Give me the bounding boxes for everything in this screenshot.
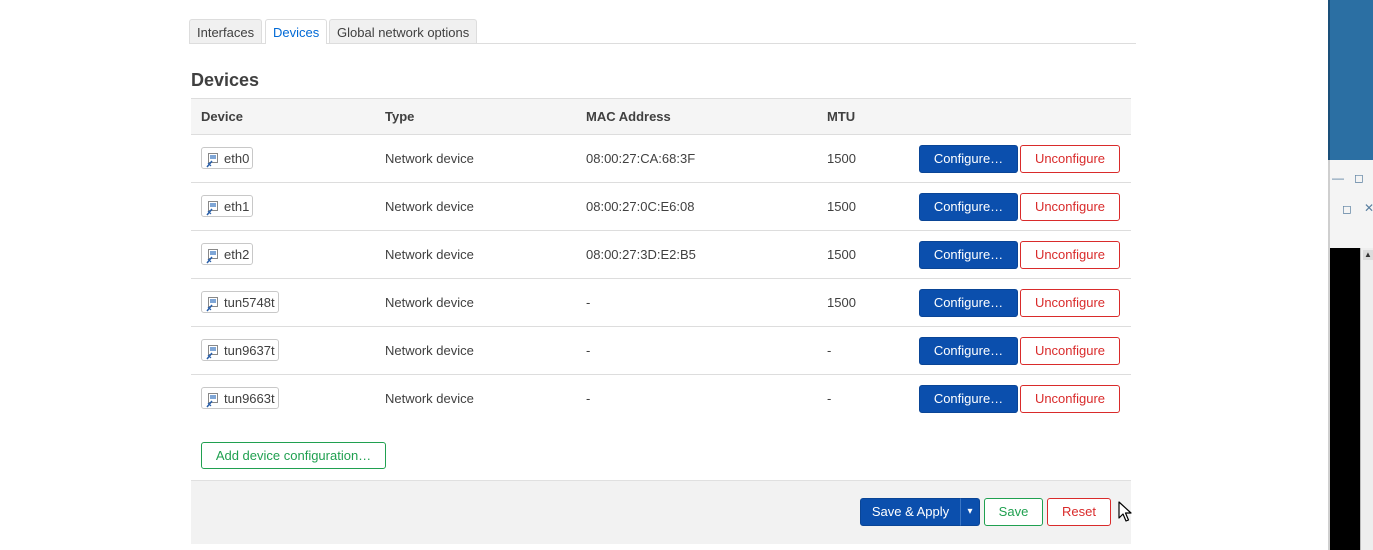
- device-name: tun9663t: [224, 390, 275, 406]
- device-type: Network device: [385, 391, 474, 406]
- table-row: tun9637t Network device - - Configure… U…: [191, 327, 1131, 375]
- save-button[interactable]: Save: [984, 498, 1043, 526]
- background-window-blue: [1328, 0, 1373, 160]
- configure-button[interactable]: Configure…: [919, 337, 1018, 365]
- mac-address: 08:00:27:0C:E6:08: [586, 199, 695, 214]
- network-device-icon: [206, 152, 218, 167]
- unconfigure-button[interactable]: Unconfigure: [1020, 241, 1120, 269]
- network-device-icon: [206, 392, 218, 407]
- network-device-icon: [206, 344, 218, 359]
- device-type: Network device: [385, 343, 474, 358]
- device-type: Network device: [385, 247, 474, 262]
- device-badge: eth1: [201, 195, 254, 217]
- configure-button[interactable]: Configure…: [919, 145, 1018, 173]
- scroll-up-icon[interactable]: ▲: [1363, 250, 1373, 260]
- mac-address: 08:00:27:3D:E2:B5: [586, 247, 696, 262]
- save-apply-button[interactable]: Save & Apply: [860, 498, 961, 526]
- table-row: eth0 Network device 08:00:27:CA:68:3F 15…: [191, 135, 1131, 183]
- configure-button[interactable]: Configure…: [919, 241, 1018, 269]
- mac-address: -: [586, 295, 591, 310]
- unconfigure-button[interactable]: Unconfigure: [1020, 289, 1120, 317]
- mtu-value: 1500: [827, 151, 856, 166]
- minimize-icon[interactable]: —: [1332, 172, 1344, 184]
- device-type: Network device: [385, 151, 474, 166]
- unconfigure-button[interactable]: Unconfigure: [1020, 145, 1120, 173]
- table-row: tun5748t Network device - 1500 Configure…: [191, 279, 1131, 327]
- device-name: eth0: [224, 150, 250, 166]
- mtu-value: 1500: [827, 199, 856, 214]
- table-row: tun9663t Network device - - Configure… U…: [191, 375, 1131, 423]
- configure-button[interactable]: Configure…: [919, 193, 1018, 221]
- tab-global-network-options[interactable]: Global network options: [329, 19, 478, 43]
- table-row: eth1 Network device 08:00:27:0C:E6:08 15…: [191, 183, 1131, 231]
- device-type: Network device: [385, 295, 474, 310]
- network-device-icon: [206, 248, 218, 263]
- mac-address: -: [586, 391, 591, 406]
- device-badge: tun9637t: [201, 339, 279, 361]
- device-badge: eth2: [201, 243, 254, 265]
- action-bar: Save & Apply ▾ Save Reset: [191, 480, 1131, 544]
- device-badge: eth0: [201, 147, 254, 169]
- maximize-icon[interactable]: ◻: [1342, 203, 1352, 215]
- background-window-titlebar: — ◻: [1328, 160, 1373, 198]
- device-name: tun9637t: [224, 342, 275, 358]
- close-icon[interactable]: ✕: [1364, 202, 1373, 214]
- add-device-configuration-button[interactable]: Add device configuration…: [201, 442, 386, 469]
- device-badge: tun9663t: [201, 387, 279, 409]
- mouse-pointer-icon: [1118, 501, 1132, 522]
- configure-button[interactable]: Configure…: [919, 385, 1018, 413]
- background-window-titlebar-2: ◻ ✕: [1328, 196, 1373, 248]
- reset-button[interactable]: Reset: [1047, 498, 1111, 526]
- table-header: Device Type MAC Address MTU: [191, 98, 1131, 135]
- device-badge: tun5748t: [201, 291, 279, 313]
- mtu-value: -: [827, 343, 832, 358]
- device-name: eth1: [224, 198, 250, 214]
- network-device-icon: [206, 200, 218, 215]
- header-mtu: MTU: [827, 109, 856, 124]
- devices-table: Device Type MAC Address MTU eth0 Network…: [191, 98, 1131, 423]
- header-mac-address: MAC Address: [586, 109, 671, 124]
- device-name: tun5748t: [224, 294, 275, 310]
- configure-button[interactable]: Configure…: [919, 289, 1018, 317]
- header-type: Type: [385, 109, 415, 124]
- device-name: eth2: [224, 246, 250, 262]
- mac-address: 08:00:27:CA:68:3F: [586, 151, 696, 166]
- tab-bar: Interfaces Devices Global network option…: [189, 19, 1136, 44]
- section-title: Devices: [191, 70, 260, 90]
- header-device: Device: [201, 109, 243, 124]
- scrollbar[interactable]: [1360, 248, 1373, 550]
- tab-devices[interactable]: Devices: [265, 19, 328, 44]
- save-apply-dropdown-button[interactable]: ▾: [960, 498, 980, 526]
- table-row: eth2 Network device 08:00:27:3D:E2:B5 15…: [191, 231, 1131, 279]
- tab-interfaces[interactable]: Interfaces: [189, 19, 263, 43]
- device-type: Network device: [385, 199, 474, 214]
- network-device-icon: [206, 296, 218, 311]
- unconfigure-button[interactable]: Unconfigure: [1020, 337, 1120, 365]
- mtu-value: 1500: [827, 295, 856, 310]
- mtu-value: -: [827, 391, 832, 406]
- unconfigure-button[interactable]: Unconfigure: [1020, 385, 1120, 413]
- mac-address: -: [586, 343, 591, 358]
- maximize-icon[interactable]: ◻: [1354, 172, 1364, 184]
- unconfigure-button[interactable]: Unconfigure: [1020, 193, 1120, 221]
- mtu-value: 1500: [827, 247, 856, 262]
